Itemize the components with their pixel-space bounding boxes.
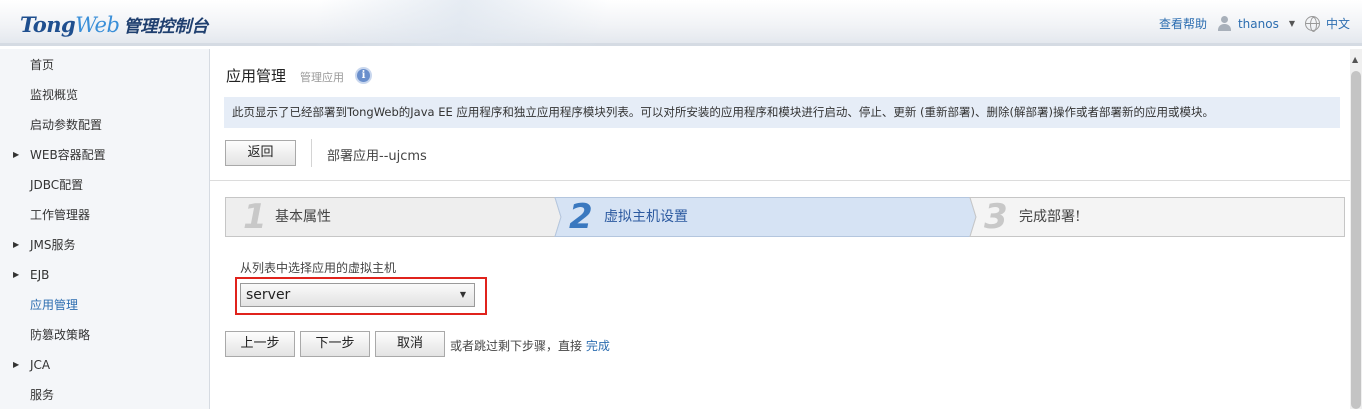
expand-triangle-icon[interactable]: ▶ bbox=[13, 140, 19, 170]
page-description: 此页显示了已经部署到TongWeb的Java EE 应用程序和独立应用程序模块列… bbox=[224, 97, 1340, 128]
sidebar-item-work-manager[interactable]: 工作管理器 bbox=[0, 200, 209, 230]
help-link[interactable]: 查看帮助 bbox=[1159, 15, 1207, 32]
globe-icon bbox=[1304, 16, 1320, 32]
sidebar-item-label: 首页 bbox=[30, 58, 55, 72]
logo-brand-web: Web bbox=[75, 13, 120, 37]
sidebar-item-label: JDBC配置 bbox=[30, 178, 84, 192]
sidebar-item-jms[interactable]: ▶ JMS服务 bbox=[0, 230, 209, 260]
info-icon[interactable]: i bbox=[355, 67, 372, 84]
virtual-host-select[interactable]: server ▼ bbox=[240, 283, 475, 307]
sidebar-item-label: 防篡改策略 bbox=[30, 328, 91, 342]
expand-triangle-icon[interactable]: ▶ bbox=[13, 350, 19, 380]
sidebar-nav: 首页 监视概览 启动参数配置 ▶ WEB容器配置 JDBC配置 工作管理器 ▶ JM… bbox=[0, 49, 210, 409]
user-icon bbox=[1217, 16, 1232, 31]
page-subtitle: 管理应用 bbox=[300, 71, 344, 84]
header-actions: 查看帮助 thanos ▼ 中文 bbox=[1159, 15, 1350, 32]
step-label: 完成部署! bbox=[1019, 209, 1081, 225]
sidebar-item-home[interactable]: 首页 bbox=[0, 50, 209, 80]
username-menu[interactable]: thanos bbox=[1238, 17, 1279, 31]
sidebar-item-label: 服务 bbox=[30, 388, 55, 402]
expand-triangle-icon[interactable]: ▶ bbox=[13, 230, 19, 260]
sidebar-item-label: 启动参数配置 bbox=[30, 118, 103, 132]
next-step-button[interactable]: 下一步 bbox=[300, 331, 370, 357]
step-label: 虚拟主机设置 bbox=[604, 209, 688, 225]
wizard-steps: 1 基本属性 2 虚拟主机设置 3 完成部署! bbox=[225, 197, 1345, 237]
sidebar-item-services[interactable]: 服务 bbox=[0, 380, 209, 410]
back-button[interactable]: 返回 bbox=[225, 140, 296, 166]
sidebar-item-app-management[interactable]: 应用管理 bbox=[0, 290, 209, 320]
header-decoration bbox=[220, 0, 700, 46]
skip-hint-text: 或者跳过剩下步骤，直接 bbox=[450, 339, 583, 353]
divider bbox=[210, 180, 1350, 181]
sidebar-item-startup-params[interactable]: 启动参数配置 bbox=[0, 110, 209, 140]
divider bbox=[311, 139, 312, 167]
sidebar-item-label: JMS服务 bbox=[30, 238, 76, 252]
step-number: 3 bbox=[984, 197, 1008, 237]
main-content: 应用管理 管理应用 i 此页显示了已经部署到TongWeb的Java EE 应用… bbox=[210, 49, 1350, 409]
sidebar-item-monitor[interactable]: 监视概览 bbox=[0, 80, 209, 110]
app-header: TongWeb 管理控制台 查看帮助 thanos ▼ 中文 bbox=[0, 0, 1362, 46]
sidebar-item-label: 工作管理器 bbox=[30, 208, 91, 222]
expand-triangle-icon[interactable]: ▶ bbox=[13, 260, 19, 290]
finish-link[interactable]: 完成 bbox=[586, 339, 610, 353]
step-number: 2 bbox=[569, 197, 593, 237]
sidebar-item-label: 应用管理 bbox=[30, 298, 79, 312]
sidebar-item-label: 监视概览 bbox=[30, 88, 79, 102]
sidebar-item-tamper-policy[interactable]: 防篡改策略 bbox=[0, 320, 209, 350]
logo-brand-tong: Tong bbox=[20, 12, 76, 37]
logo-subtitle: 管理控制台 bbox=[123, 17, 209, 37]
sidebar-item-jca[interactable]: ▶ JCA bbox=[0, 350, 209, 380]
deploy-title: 部署应用--ujcms bbox=[327, 149, 427, 164]
sidebar-item-label: JCA bbox=[30, 358, 51, 372]
step-number: 1 bbox=[243, 197, 267, 237]
skip-hint: 或者跳过剩下步骤，直接 完成 bbox=[450, 337, 610, 354]
logo-brand: TongWeb bbox=[20, 12, 120, 37]
wizard-steps-background bbox=[225, 197, 1345, 237]
sidebar-item-label: WEB容器配置 bbox=[30, 148, 106, 162]
vertical-scrollbar[interactable]: ▲ bbox=[1350, 49, 1362, 409]
virtual-host-label: 从列表中选择应用的虚拟主机 bbox=[240, 261, 397, 275]
sidebar-item-ejb[interactable]: ▶ EJB bbox=[0, 260, 209, 290]
step-label: 基本属性 bbox=[275, 209, 331, 225]
language-switch[interactable]: 中文 bbox=[1326, 15, 1350, 32]
tongweb-logo: TongWeb 管理控制台 bbox=[20, 12, 208, 37]
scroll-up-icon[interactable]: ▲ bbox=[1352, 55, 1358, 64]
select-value: server bbox=[246, 287, 291, 303]
sidebar-item-label: EJB bbox=[30, 268, 50, 282]
scrollbar-thumb[interactable] bbox=[1351, 71, 1361, 409]
chevron-down-icon: ▼ bbox=[459, 290, 466, 299]
page-title: 应用管理 bbox=[226, 67, 287, 85]
user-dropdown-icon[interactable]: ▼ bbox=[1289, 19, 1295, 28]
previous-step-button[interactable]: 上一步 bbox=[225, 331, 295, 357]
sidebar-item-jdbc[interactable]: JDBC配置 bbox=[0, 170, 209, 200]
sidebar-item-web-container[interactable]: ▶ WEB容器配置 bbox=[0, 140, 209, 170]
cancel-button[interactable]: 取消 bbox=[375, 331, 445, 357]
